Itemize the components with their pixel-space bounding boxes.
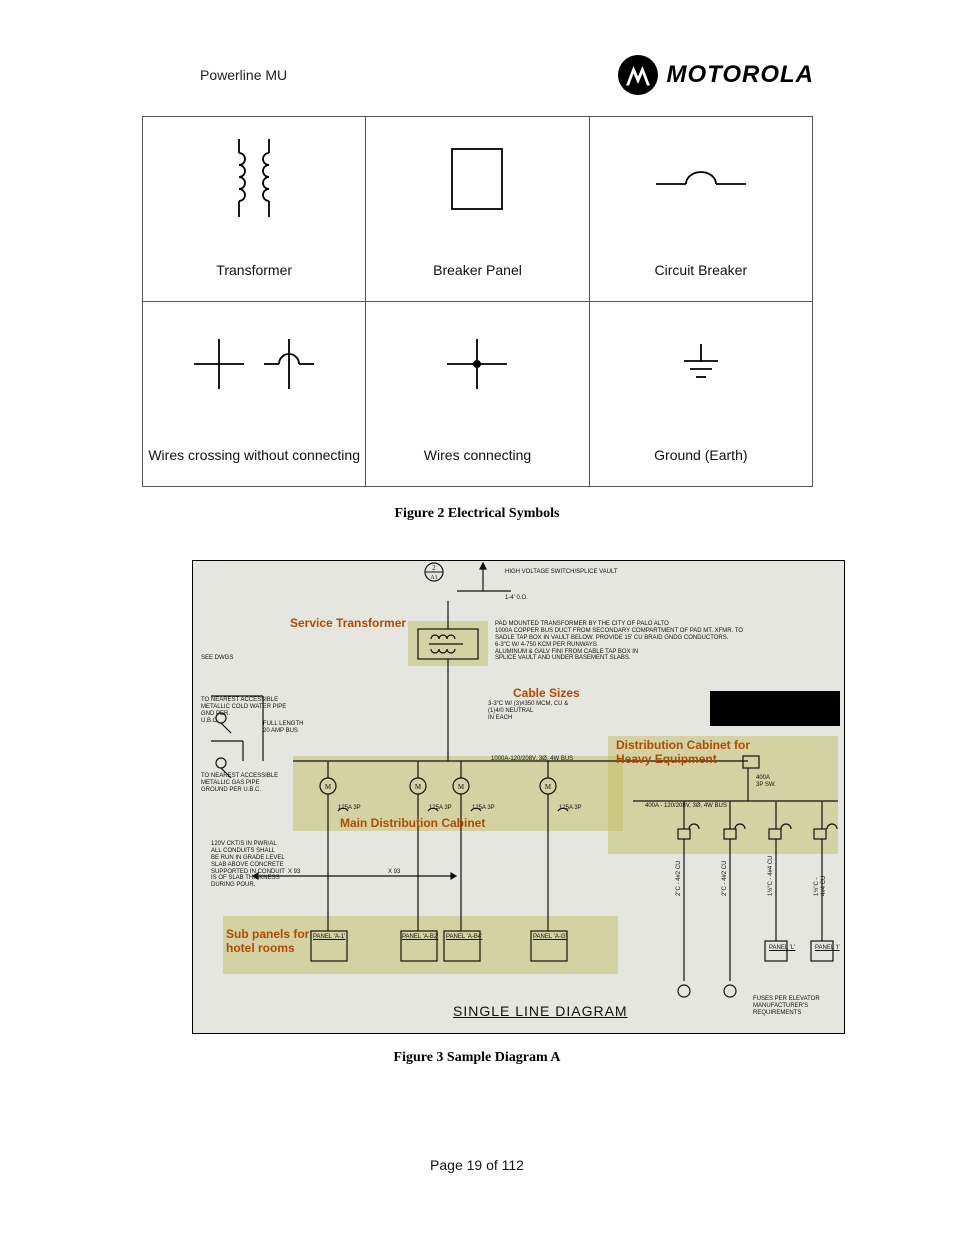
spacing-text: 1-4' 0.O. xyxy=(505,595,528,602)
elevator-panel-label-1: PANEL 'I' xyxy=(815,945,840,952)
panel-label-3: PANEL 'A-G' xyxy=(533,934,567,941)
panel-label-1: PANEL 'A-B2' xyxy=(402,934,438,941)
figure-caption-2: Figure 3 Sample Diagram A xyxy=(0,1050,954,1066)
elevator-note-text: FUSES PER ELEVATOR MANUFACTURER'S REQUIR… xyxy=(753,996,843,1017)
svg-text:M: M xyxy=(545,783,552,791)
diagram-title: SINGLE LINE DIAGRAM xyxy=(453,1003,628,1019)
svg-text:M: M xyxy=(415,783,422,791)
svg-text:A1: A1 xyxy=(430,575,437,581)
main-spec-text: 1000A-120/208V, 3Ø, 4W BUS xyxy=(491,756,573,763)
doc-title: Powerline MU xyxy=(200,67,287,83)
meter-fuse-label-2: 125A 3P xyxy=(472,805,495,812)
symbol-label: Transformer xyxy=(143,261,365,279)
cable-sizes-label: Cable Sizes xyxy=(513,687,580,701)
panel-label-0: PANEL 'A-1' xyxy=(313,934,345,941)
sample-diagram: M M M M xyxy=(192,560,845,1034)
figure-caption-1: Figure 2 Electrical Symbols xyxy=(0,506,954,522)
symbol-label: Ground (Earth) xyxy=(590,446,812,464)
vertical-run-3: 1½"C - 4#4 CU xyxy=(814,866,828,896)
panel-label-2: PANEL 'A-B4' xyxy=(446,934,482,941)
symbol-label: Circuit Breaker xyxy=(590,261,812,279)
symbol-cell: Breaker Panel xyxy=(366,117,589,302)
cable-spec-text: 3-3"C W/ (3)#350 MCM, CU & (1)4/0 NEUTRA… xyxy=(488,701,608,722)
x-run-1: X 93 xyxy=(388,869,400,876)
main-distribution-label: Main Distribution Cabinet xyxy=(340,817,485,831)
see-dwgs-text: SEE DWGS xyxy=(201,655,233,662)
symbol-cell: Wires crossing without connecting xyxy=(143,302,366,487)
svg-text:M: M xyxy=(325,783,332,791)
transformer-note-text: PAD MOUNTED TRANSFORMER BY THE CITY OF P… xyxy=(495,621,835,662)
brand: MOTOROLA xyxy=(618,55,814,95)
symbol-cell: Wires connecting xyxy=(366,302,589,487)
table-row: Transformer Breaker Panel Circui xyxy=(143,117,813,302)
wires-crossing-icon xyxy=(143,302,365,426)
diagram-callout-icon: 2 A1 xyxy=(423,561,445,583)
svg-text:M: M xyxy=(458,783,465,791)
symbol-label: Wires connecting xyxy=(366,446,588,464)
symbol-label: Wires crossing without connecting xyxy=(143,446,365,464)
hv-switch-text: HIGH VOLTAGE SWITCH/SPLICE VAULT xyxy=(505,569,618,576)
dist-bus-text: 400A - 120/208V, 3Ø, 4W BUS xyxy=(645,803,727,810)
ground-icon xyxy=(590,302,812,426)
wires-connecting-icon xyxy=(366,302,588,426)
distribution-cabinet-label: Distribution Cabinet for Heavy Equipment xyxy=(616,739,786,767)
vertical-run-2: 1½"C - 4#4 CU xyxy=(768,856,775,896)
circuit-breaker-icon xyxy=(590,117,812,241)
sub-panels-label: Sub panels for hotel rooms xyxy=(226,928,316,956)
vertical-run-1: 2"C - 4#2 CU xyxy=(722,861,729,896)
symbols-table: Transformer Breaker Panel Circui xyxy=(142,116,813,487)
meter-fuse-label-1: 125A 3P xyxy=(429,805,452,812)
conduit-note-text: 120V CKT/S IN PWR/AL ALL CONDUITS SHALL … xyxy=(211,841,311,889)
svg-text:2: 2 xyxy=(432,564,436,572)
meter-fuse-label-0: 125A 3P xyxy=(338,805,361,812)
page-footer: Page 19 of 112 xyxy=(0,1157,954,1173)
redacted-block xyxy=(710,691,840,726)
dist-spec-text: 400A 3P SW. xyxy=(756,775,776,789)
ground-note-text: TO NEAREST ACCESSIBLE METALLIC GAS PIPE … xyxy=(201,773,281,794)
page-header: Powerline MU MOTOROLA xyxy=(0,55,954,95)
full-length-text: FULL LENGTH 20 AMP BUS xyxy=(263,721,303,735)
breaker-panel-icon xyxy=(366,117,588,241)
x-run-0: X 93 xyxy=(288,869,300,876)
elevator-panel-label-0: PANEL 'L' xyxy=(769,945,795,952)
symbol-cell: Transformer xyxy=(143,117,366,302)
symbol-label: Breaker Panel xyxy=(366,261,588,279)
meter-fuse-label-3: 125A 3P xyxy=(559,805,582,812)
brand-name: MOTOROLA xyxy=(666,61,814,89)
symbol-cell: Circuit Breaker xyxy=(589,117,812,302)
transformer-icon xyxy=(143,117,365,241)
service-transformer-label: Service Transformer xyxy=(290,617,406,631)
symbol-cell: Ground (Earth) xyxy=(589,302,812,487)
motorola-logo-icon xyxy=(618,55,658,95)
table-row: Wires crossing without connecting Wires … xyxy=(143,302,813,487)
vertical-run-0: 2"C - 4#2 CU xyxy=(676,861,683,896)
